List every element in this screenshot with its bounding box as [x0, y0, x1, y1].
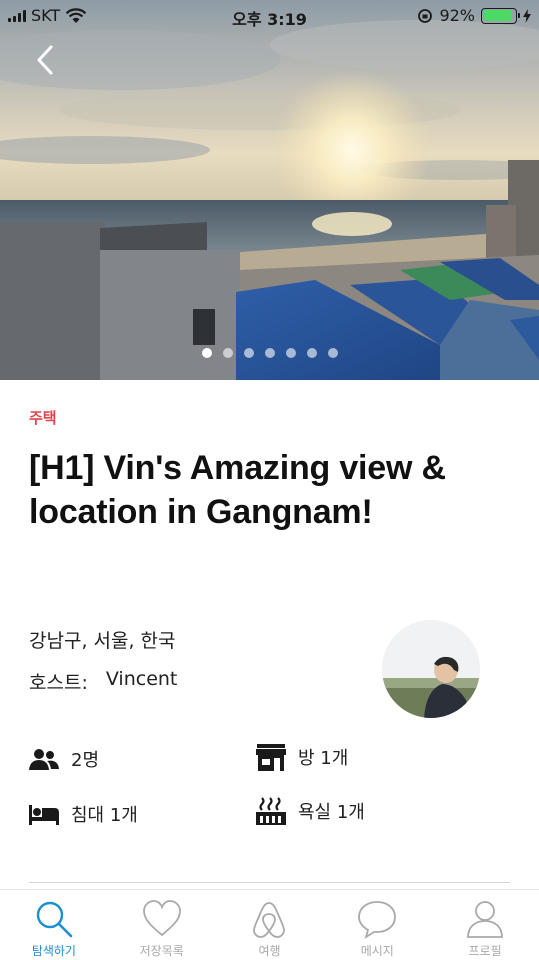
listing-location: 강남구, 서울, 한국: [29, 630, 176, 652]
carousel-dot[interactable]: [327, 348, 338, 358]
listing-title: [H1] Vin's Amazing view & location in Ga…: [29, 449, 446, 531]
search-icon: [33, 898, 75, 940]
airbnb-logo-icon: [248, 898, 290, 940]
host-name: Vincent: [105, 668, 178, 690]
hot-tub-icon: [256, 797, 286, 825]
storefront-icon: [256, 743, 286, 771]
amenity-rooms-label: 방 1개: [298, 748, 349, 769]
battery-icon: [481, 7, 520, 24]
bottom-tab-bar: 탐색하기 저장목록 여행 메시지 프로필: [0, 889, 539, 960]
tab-explore[interactable]: 탐색하기: [0, 890, 108, 960]
amenity-guests: 2명: [29, 745, 99, 773]
host-photo: [382, 620, 480, 718]
carousel-dot[interactable]: [222, 348, 233, 358]
chat-bubble-icon: [356, 898, 398, 940]
profile-icon: [464, 898, 506, 940]
host-label: 호스트:: [29, 672, 88, 694]
tab-explore-label: 탐색하기: [31, 944, 76, 958]
carousel-dot[interactable]: [243, 348, 254, 358]
carousel-dot[interactable]: [201, 348, 212, 358]
carousel-dot[interactable]: [306, 348, 317, 358]
bed-icon: [29, 800, 59, 828]
host-avatar[interactable]: [382, 620, 480, 718]
battery-percent: 92%: [439, 6, 475, 25]
tab-saved[interactable]: 저장목록: [108, 890, 216, 960]
chevron-left-icon: [37, 45, 53, 75]
charging-bolt-icon: [523, 8, 531, 23]
section-divider: [29, 882, 510, 883]
tab-messages-label: 메시지: [360, 944, 394, 958]
tab-profile[interactable]: 프로필: [431, 890, 539, 960]
amenity-rooms: 방 1개: [256, 743, 348, 771]
status-bar: SKT 오후 3:19 92%: [0, 0, 539, 30]
amenity-beds-label: 침대 1개: [71, 805, 138, 826]
carousel-dot[interactable]: [285, 348, 296, 358]
amenity-beds: 침대 1개: [29, 800, 138, 828]
tab-trips[interactable]: 여행: [216, 890, 324, 960]
tab-messages[interactable]: 메시지: [323, 890, 431, 960]
people-icon: [29, 745, 59, 773]
amenity-guests-label: 2명: [71, 750, 100, 771]
tab-profile-label: 프로필: [468, 944, 502, 958]
amenity-baths-label: 욕실 1개: [298, 802, 365, 823]
listing-category: 주택: [29, 409, 57, 427]
host-line: 호스트: Vincent: [29, 668, 177, 695]
back-button[interactable]: [28, 40, 62, 80]
listing-photo-carousel[interactable]: SKT 오후 3:19 92%: [0, 0, 539, 380]
orientation-lock-icon: [418, 8, 433, 23]
carousel-page-indicator: [0, 348, 539, 358]
carousel-dot[interactable]: [264, 348, 275, 358]
heart-icon: [141, 898, 183, 940]
tab-trips-label: 여행: [258, 944, 281, 958]
tab-saved-label: 저장목록: [139, 944, 184, 958]
amenity-baths: 욕실 1개: [256, 797, 365, 825]
listing-photo: [0, 0, 539, 380]
